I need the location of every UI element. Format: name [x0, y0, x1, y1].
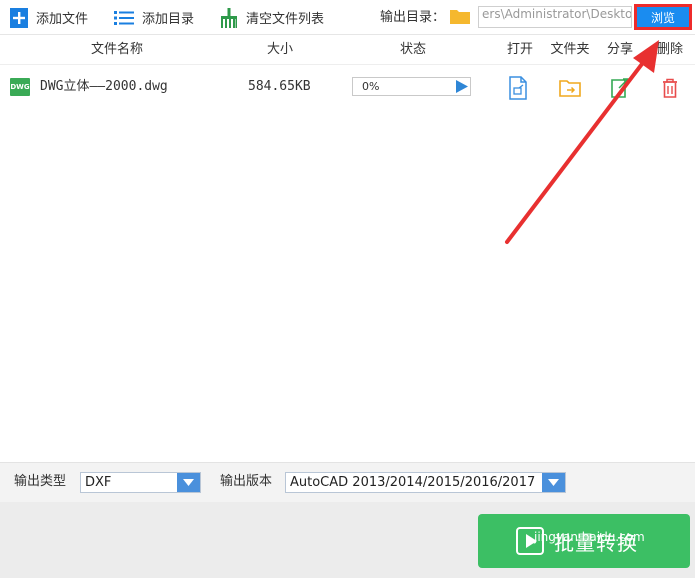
clear-list-button[interactable]: 清空文件列表	[220, 0, 324, 35]
output-type-select[interactable]: DXF	[80, 472, 201, 493]
folder-icon[interactable]	[450, 8, 470, 24]
add-directory-button[interactable]: 添加目录	[114, 0, 194, 35]
dropdown-arrow-icon[interactable]	[177, 473, 200, 492]
output-type-label: 输出类型	[14, 474, 67, 489]
dropdown-arrow-icon[interactable]	[542, 473, 565, 492]
file-list-header: 文件名称 大小 状态 打开 文件夹 分享 删除	[0, 35, 695, 65]
header-file-name: 文件名称	[90, 42, 143, 57]
plus-file-icon	[10, 7, 28, 28]
header-open: 打开	[506, 42, 533, 57]
browse-button[interactable]: 浏览	[634, 4, 692, 30]
progress-bar: 0%	[352, 77, 471, 96]
output-path-input[interactable]: ers\Administrator\Desktop	[478, 6, 632, 28]
output-type-value: DXF	[85, 475, 112, 490]
header-share: 分享	[606, 42, 633, 57]
watermark: jingyan.baidu.com	[534, 530, 645, 544]
header-delete: 删除	[656, 42, 683, 57]
add-file-label: 添加文件	[36, 12, 89, 27]
output-directory-label: 输出目录：	[380, 10, 446, 25]
play-icon[interactable]	[456, 80, 468, 93]
output-settings-bar: 输出类型 DXF 输出版本 AutoCAD 2013/2014/2015/201…	[0, 462, 695, 502]
file-size: 584.65KB	[248, 79, 311, 94]
header-size: 大小	[266, 42, 293, 57]
table-row[interactable]: DWG DWG立体——2000.dwg 584.65KB 0%	[0, 66, 695, 108]
open-folder-icon[interactable]	[558, 76, 582, 100]
file-name: DWG立体——2000.dwg	[40, 79, 168, 94]
header-status: 状态	[399, 42, 426, 57]
share-icon[interactable]	[608, 76, 632, 100]
toolbar: 添加文件 添加目录 清空文件列表 输出目录： ers\Administrator…	[0, 0, 695, 35]
progress-percent: 0%	[362, 80, 380, 93]
output-version-value: AutoCAD 2013/2014/2015/2016/2017	[290, 475, 536, 490]
dwg-file-icon: DWG	[10, 78, 30, 96]
broom-icon	[221, 7, 237, 28]
open-doc-icon[interactable]	[506, 76, 530, 100]
add-file-button[interactable]: 添加文件	[10, 0, 88, 35]
header-folder: 文件夹	[550, 42, 590, 57]
list-icon	[114, 10, 134, 25]
trash-icon[interactable]	[658, 76, 682, 100]
output-version-label: 输出版本	[220, 474, 273, 489]
add-directory-label: 添加目录	[142, 12, 195, 27]
clear-list-label: 清空文件列表	[246, 12, 325, 27]
output-version-select[interactable]: AutoCAD 2013/2014/2015/2016/2017	[285, 472, 566, 493]
